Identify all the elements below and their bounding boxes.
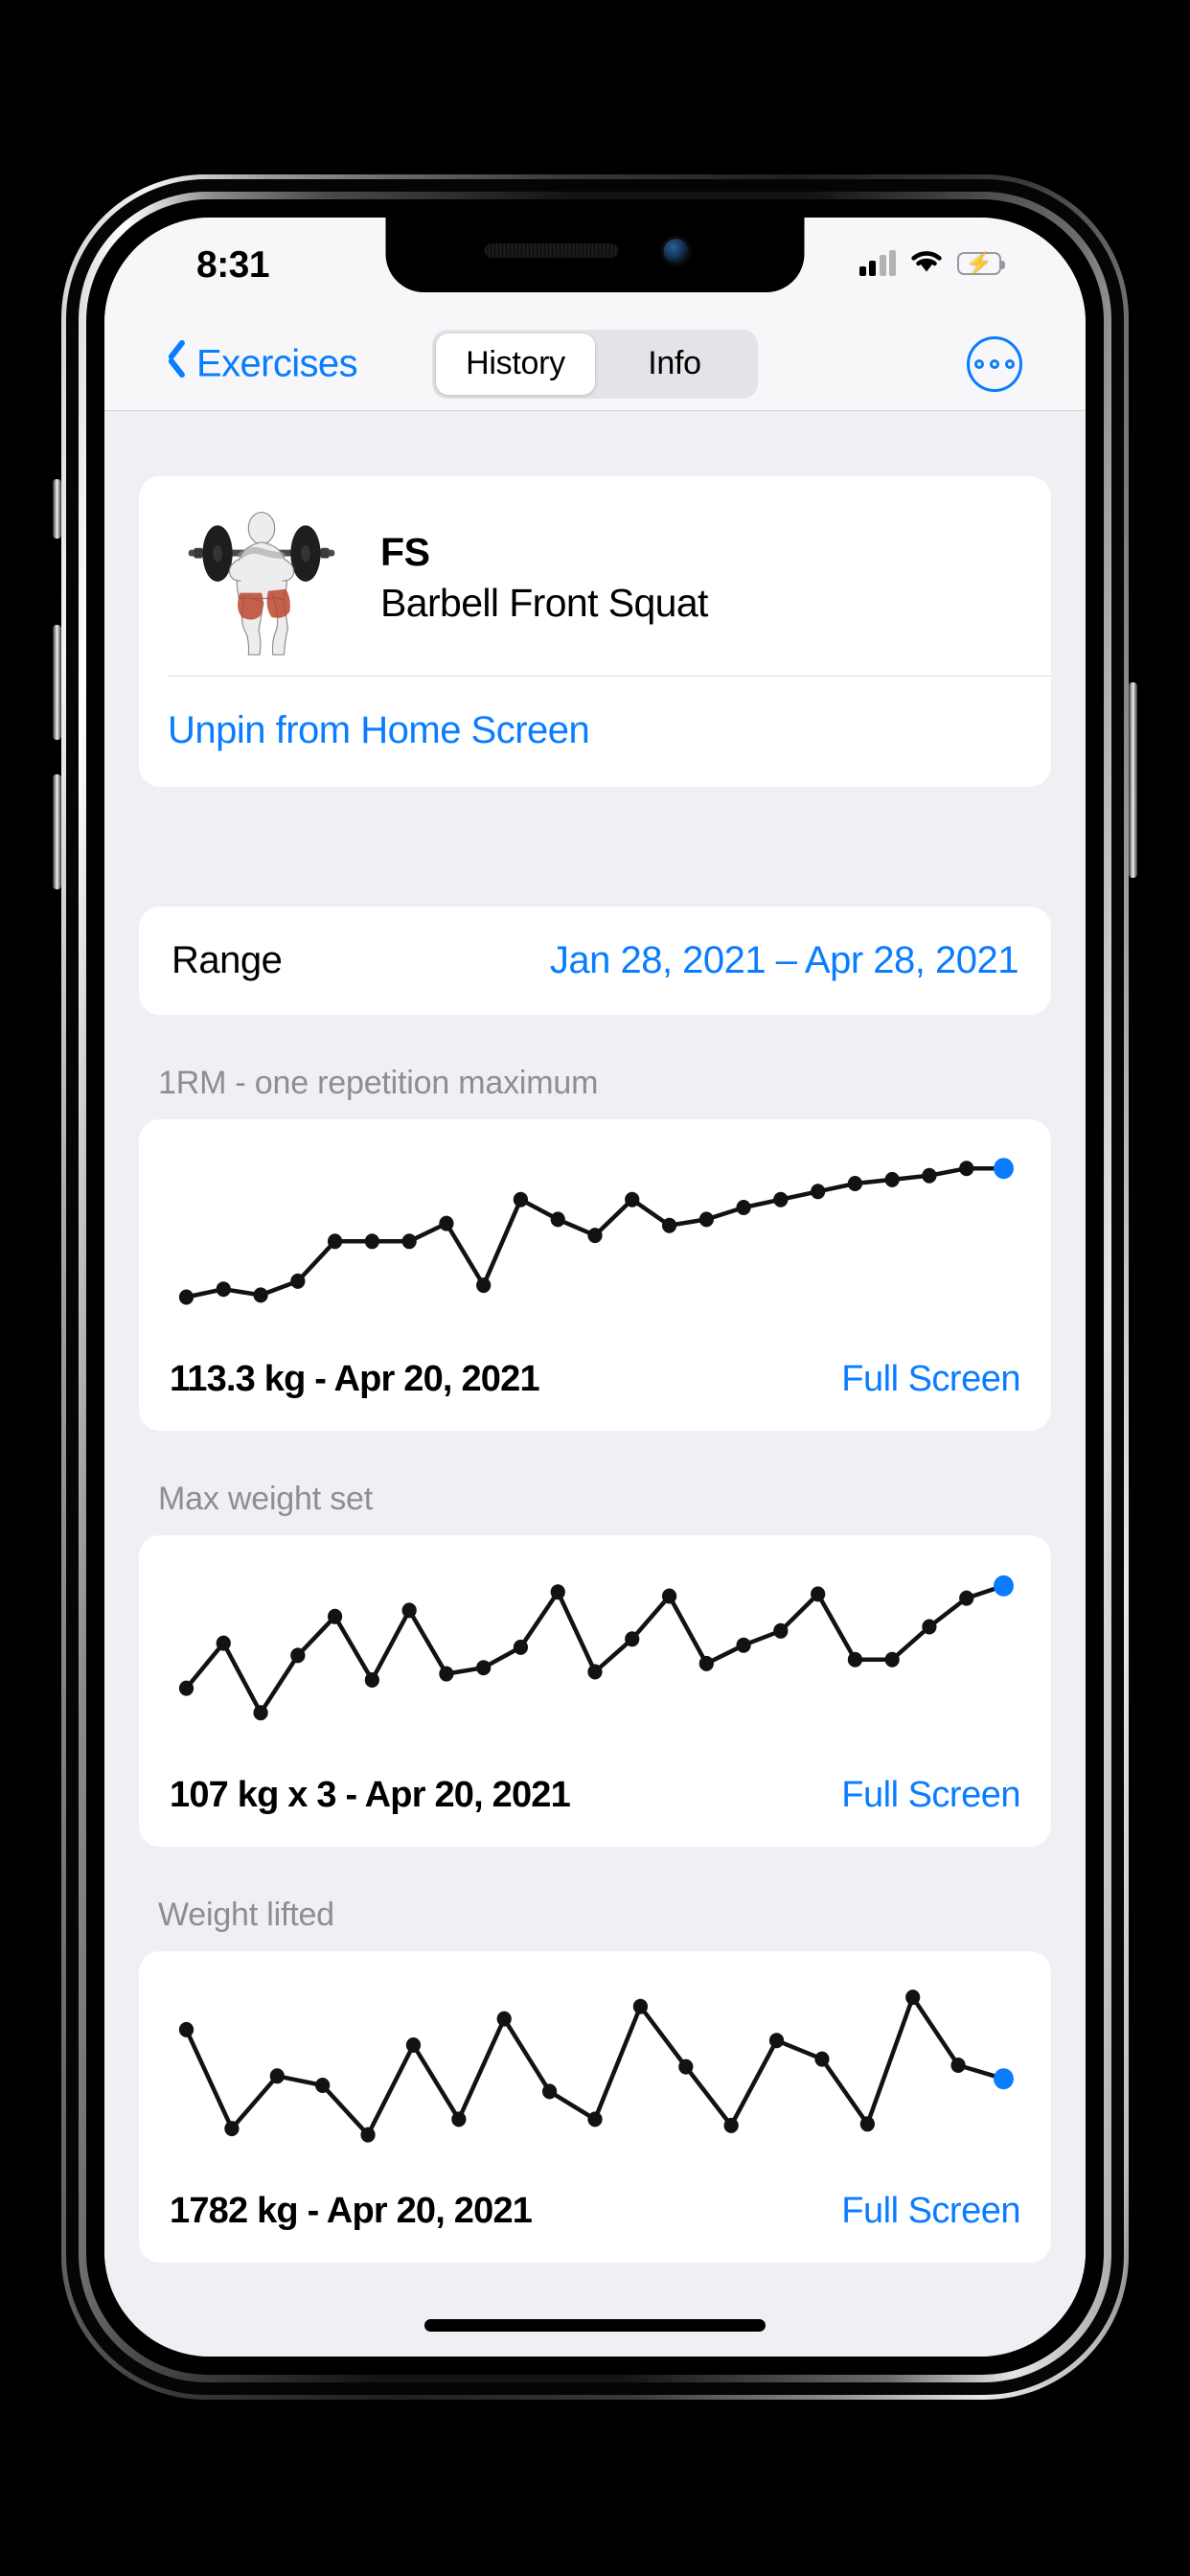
wifi-icon [909,248,944,279]
fullscreen-button-1rm[interactable]: Full Screen [841,1359,1020,1400]
range-label: Range [172,939,283,981]
tab-info[interactable]: Info [595,334,754,395]
notch [385,218,805,292]
exercise-abbreviation: FS [380,530,430,574]
unpin-from-home-screen-button[interactable]: Unpin from Home Screen [139,677,1051,787]
chart-1rm[interactable] [139,1119,1051,1353]
tab-history[interactable]: History [436,333,595,395]
volume-down-button[interactable] [53,774,61,889]
more-options-button[interactable] [967,335,1022,392]
chart-summary-weight-lifted: 1782 kg - Apr 20, 2021 [170,2191,533,2231]
phone-inner-ring: 8:31 ⚡ Exercises History Info FS Barbell… [66,179,1124,2395]
mute-switch[interactable] [53,479,61,539]
ellipsis-dot-icon [1005,358,1015,369]
back-button-label: Exercises [196,342,358,384]
fullscreen-button-weight-lifted[interactable]: Full Screen [841,2191,1020,2232]
chart-card-weight-lifted[interactable]: 1782 kg - Apr 20, 2021 Full Screen [139,1951,1051,2263]
phone-screen-surround: 8:31 ⚡ Exercises History Info FS Barbell… [86,199,1104,2375]
phone-screen: 8:31 ⚡ Exercises History Info FS Barbell… [104,218,1086,2357]
exercise-name: Barbell Front Squat [380,581,708,625]
segmented-control[interactable]: History Info [432,329,758,399]
volume-up-button[interactable] [53,625,61,740]
exercise-header-card: FS Barbell Front Squat Unpin from Home S… [139,476,1051,787]
status-indicators: ⚡ [858,248,1005,279]
range-value[interactable]: Jan 28, 2021 – Apr 28, 2021 [550,939,1019,982]
ellipsis-dot-icon [974,358,984,369]
chart-card-1rm[interactable]: 113.3 kg - Apr 20, 2021 Full Screen [139,1119,1051,1431]
battery-charging-icon: ⚡ [957,252,1005,275]
phone-device-frame: 8:31 ⚡ Exercises History Info FS Barbell… [53,174,1137,2400]
fullscreen-button-max-weight-set[interactable]: Full Screen [841,1775,1020,1816]
phone-metal-bezel: 8:31 ⚡ Exercises History Info FS Barbell… [79,192,1111,2382]
chart-summary-max-weight-set: 107 kg x 3 - Apr 20, 2021 [170,1775,571,1815]
barbell-front-squat-illustration [188,511,335,656]
section-header-weight-lifted: Weight lifted [158,1897,334,1933]
cellular-signal-icon [858,250,896,276]
status-time: 8:31 [196,244,270,286]
scroll-content[interactable]: FS Barbell Front Squat Unpin from Home S… [104,411,1086,2357]
ellipsis-dot-icon [990,358,999,369]
chart-summary-1rm: 113.3 kg - Apr 20, 2021 [170,1359,540,1399]
chart-card-max-weight-set[interactable]: 107 kg x 3 - Apr 20, 2021 Full Screen [139,1535,1051,1847]
chevron-left-icon [166,346,187,382]
chart-footer-weight-lifted: 1782 kg - Apr 20, 2021 Full Screen [139,2185,1051,2263]
home-indicator[interactable] [424,2319,766,2332]
chart-footer-max-weight-set: 107 kg x 3 - Apr 20, 2021 Full Screen [139,1769,1051,1847]
earpiece-speaker-icon [484,243,619,258]
section-header-max-weight-set: Max weight set [158,1481,373,1517]
exercise-identity-row: FS Barbell Front Squat [139,476,1051,676]
range-row[interactable]: Range Jan 28, 2021 – Apr 28, 2021 [139,907,1051,1015]
chart-footer-1rm: 113.3 kg - Apr 20, 2021 Full Screen [139,1353,1051,1431]
power-button[interactable] [1129,682,1137,878]
navigation-bar: Exercises History Info [104,317,1086,411]
exercise-names: FS Barbell Front Squat [380,530,708,626]
chart-max-weight-set[interactable] [139,1535,1051,1769]
section-header-1rm: 1RM - one repetition maximum [158,1065,599,1101]
chart-weight-lifted[interactable] [139,1951,1051,2185]
front-camera-icon [663,239,689,264]
back-button[interactable]: Exercises [166,342,358,385]
